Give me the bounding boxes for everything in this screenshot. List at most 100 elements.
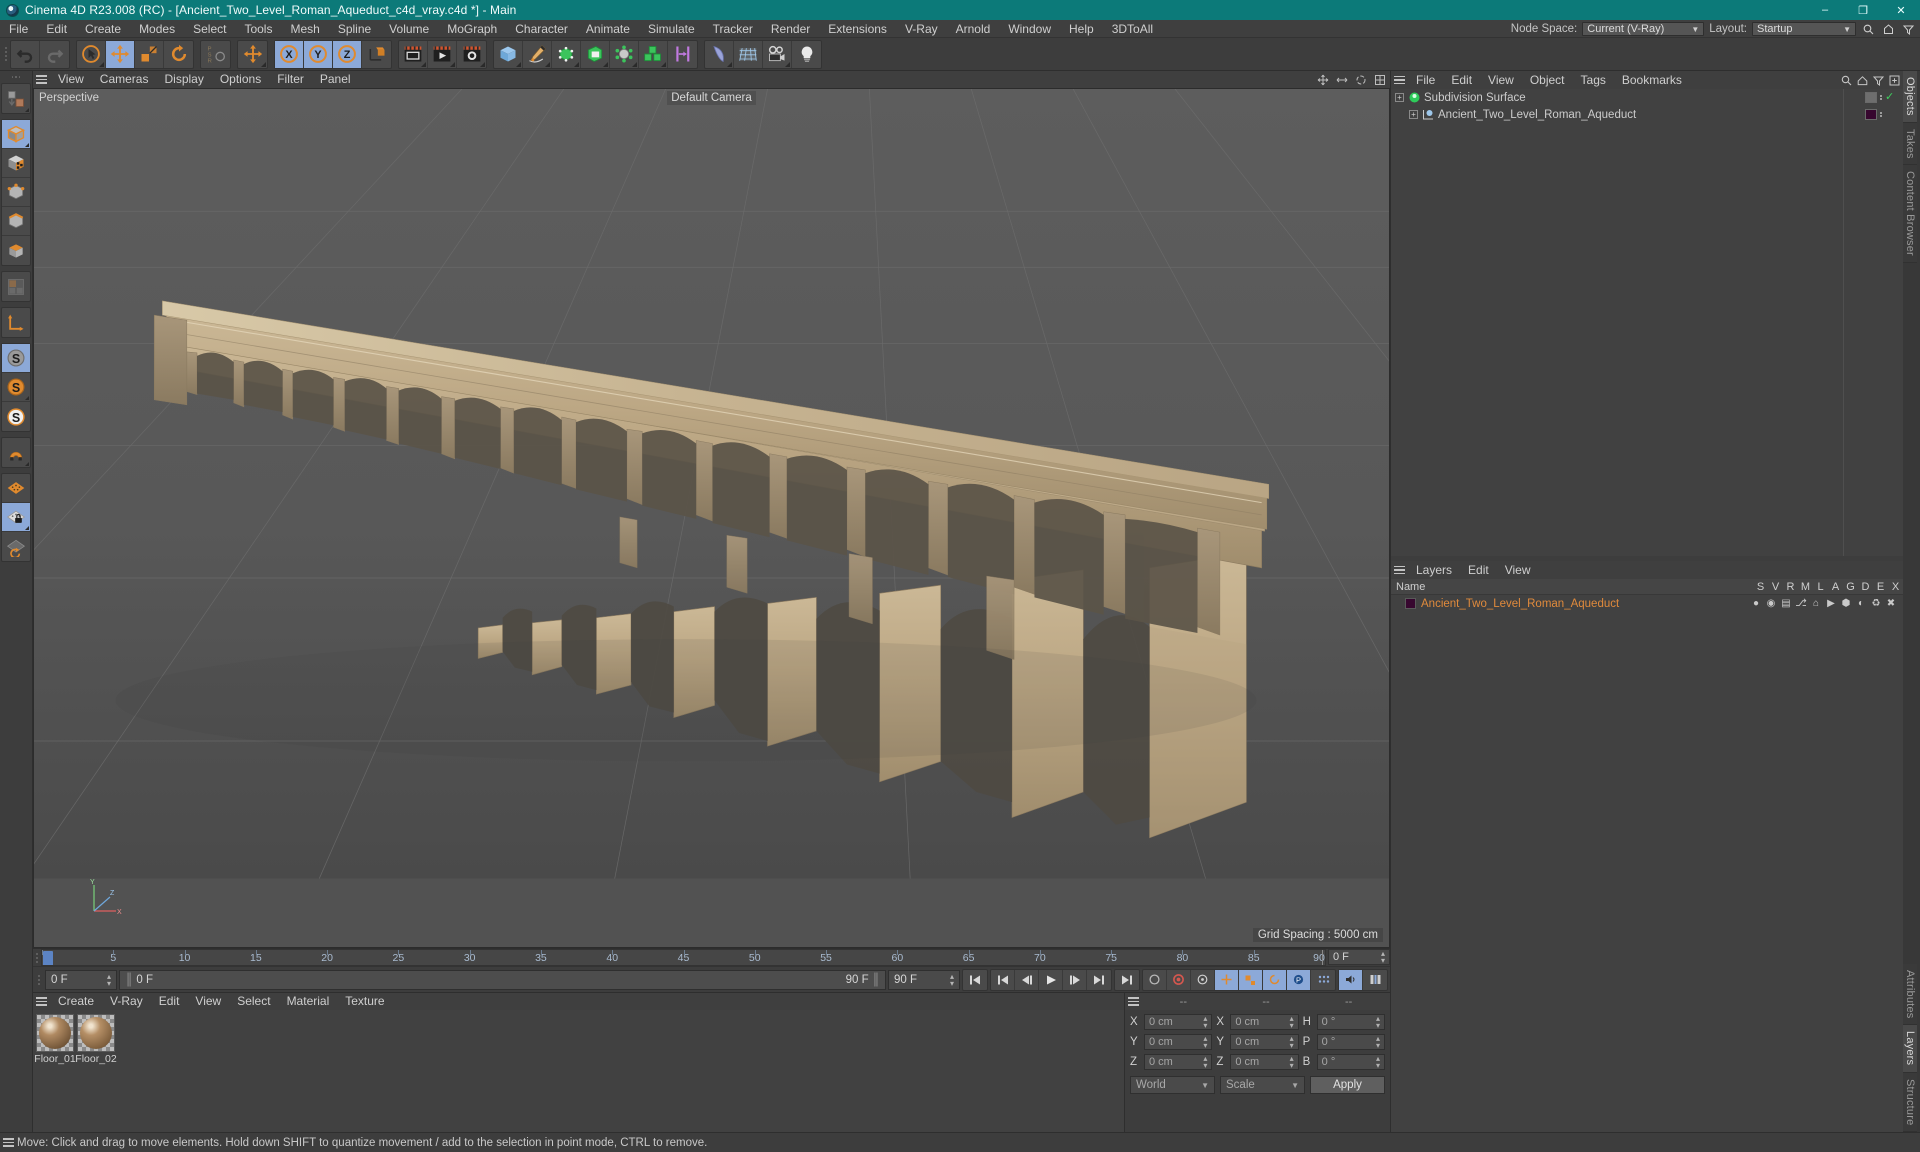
rotation-p-field[interactable]: 0 ° ▴ ▾ bbox=[1316, 1034, 1385, 1050]
toolbar-grip[interactable] bbox=[2, 41, 10, 67]
material-hamburger-icon[interactable] bbox=[33, 993, 50, 1010]
polygons-mode-icon[interactable] bbox=[2, 236, 30, 265]
coordinate-system-select[interactable]: World ▼ bbox=[1130, 1076, 1215, 1094]
search-icon[interactable] bbox=[1841, 75, 1852, 86]
zoom-view-icon[interactable] bbox=[1336, 74, 1348, 86]
cube-primitive-icon[interactable] bbox=[494, 40, 523, 68]
apply-button[interactable]: Apply bbox=[1310, 1076, 1385, 1094]
viewport-menu-filter[interactable]: Filter bbox=[269, 71, 312, 88]
render-settings-icon[interactable] bbox=[457, 41, 486, 68]
notification-icon[interactable] bbox=[1881, 22, 1896, 37]
viewport-menu-panel[interactable]: Panel bbox=[312, 71, 359, 88]
psr-icon[interactable]: PSR bbox=[201, 41, 230, 68]
deformer-bend-icon[interactable] bbox=[705, 40, 734, 68]
object-tag-icon[interactable] bbox=[1865, 92, 1877, 103]
layer-animation-icon[interactable]: ▶ bbox=[1825, 598, 1837, 609]
filter-icon[interactable] bbox=[1901, 22, 1916, 37]
layer-color-swatch[interactable] bbox=[1405, 598, 1416, 609]
rotation-h-field[interactable]: 0 ° ▴ ▾ bbox=[1316, 1014, 1385, 1030]
axis-z-icon[interactable]: Z bbox=[333, 40, 362, 68]
snap-off-icon[interactable]: S bbox=[2, 344, 30, 373]
menu-item-file[interactable]: File bbox=[0, 20, 37, 38]
pan-view-icon[interactable] bbox=[1317, 74, 1329, 86]
object-menu-edit[interactable]: Edit bbox=[1443, 71, 1480, 89]
left-toolbar-grip[interactable] bbox=[12, 73, 20, 81]
menu-item-3dtoall[interactable]: 3DToAll bbox=[1103, 20, 1162, 38]
go-to-next-key-button[interactable] bbox=[1087, 970, 1111, 990]
object-visibility-dots[interactable] bbox=[1880, 111, 1882, 118]
spinner-icon[interactable]: ▴ ▾ bbox=[1381, 950, 1385, 965]
go-to-previous-key-button[interactable] bbox=[991, 969, 1015, 990]
sound-icon[interactable] bbox=[1339, 969, 1363, 990]
menu-item-window[interactable]: Window bbox=[999, 20, 1060, 38]
vertical-tab-content-browser[interactable]: Content Browser bbox=[1903, 165, 1917, 264]
timeline-playhead[interactable] bbox=[43, 951, 53, 965]
vertical-tab-takes[interactable]: Takes bbox=[1903, 122, 1917, 166]
menu-item-help[interactable]: Help bbox=[1060, 20, 1103, 38]
spline-pen-icon[interactable] bbox=[523, 40, 552, 68]
step-back-button[interactable] bbox=[1015, 969, 1039, 990]
record-button[interactable] bbox=[1167, 969, 1191, 990]
spinner-icon[interactable]: ▴ ▾ bbox=[1286, 1035, 1294, 1050]
layout-select[interactable]: Startup ▼ bbox=[1752, 22, 1856, 36]
spinner-icon[interactable]: ▴ ▾ bbox=[1286, 1055, 1294, 1070]
rotation-key-button[interactable] bbox=[1263, 969, 1287, 990]
layer-render-icon[interactable]: ▤ bbox=[1780, 598, 1792, 609]
floor-grid-icon[interactable] bbox=[734, 40, 763, 68]
layer-manager-icon[interactable]: ⎇ bbox=[1795, 598, 1807, 609]
autokey-button[interactable] bbox=[1143, 969, 1167, 990]
object-tag-icon[interactable] bbox=[1865, 109, 1877, 120]
maximize-button[interactable]: ❐ bbox=[1844, 0, 1882, 20]
viewport-3d[interactable]: Perspective Default Camera Grid Spacing … bbox=[33, 88, 1390, 948]
object-menu-object[interactable]: Object bbox=[1522, 71, 1573, 89]
axis-mode-icon[interactable] bbox=[2, 308, 30, 337]
object-enabled-check-icon[interactable]: ✓ bbox=[1885, 92, 1894, 103]
viewport-menu-display[interactable]: Display bbox=[156, 71, 211, 88]
size-z-field[interactable]: 0 cm ▴ ▾ bbox=[1230, 1054, 1299, 1070]
material-item[interactable]: Floor_02 bbox=[75, 1014, 117, 1065]
world-move-icon[interactable] bbox=[238, 41, 267, 68]
edges-mode-icon[interactable] bbox=[2, 207, 30, 236]
vertical-tab-structure[interactable]: Structure bbox=[1903, 1072, 1917, 1132]
generator-icon[interactable] bbox=[552, 40, 581, 68]
material-menu-edit[interactable]: Edit bbox=[151, 993, 188, 1010]
timeline-current-frame-field[interactable]: 0 F ▴ ▾ bbox=[1328, 949, 1390, 965]
camera-icon[interactable] bbox=[763, 40, 792, 68]
expand-toggle-icon[interactable]: + bbox=[1409, 110, 1418, 119]
menu-item-modes[interactable]: Modes bbox=[130, 20, 184, 38]
timeline-grip[interactable] bbox=[33, 949, 41, 967]
material-menu-select[interactable]: Select bbox=[229, 993, 278, 1010]
axis-x-icon[interactable]: X bbox=[275, 40, 304, 68]
magnet-icon[interactable] bbox=[2, 438, 30, 467]
scale-key-button[interactable] bbox=[1239, 969, 1263, 990]
frame-start-field[interactable]: 0 F ▴ ▾ bbox=[45, 969, 117, 990]
layer-menu-layers[interactable]: Layers bbox=[1408, 561, 1460, 579]
uv-mode-icon[interactable] bbox=[2, 272, 30, 301]
spinner-icon[interactable]: ▴ ▾ bbox=[1372, 1035, 1380, 1050]
menu-item-animate[interactable]: Animate bbox=[577, 20, 639, 38]
array-icon[interactable] bbox=[668, 41, 697, 68]
position-key-button[interactable] bbox=[1215, 969, 1239, 990]
add-panel-icon[interactable] bbox=[1889, 75, 1900, 86]
vertical-tab-attributes[interactable]: Attributes bbox=[1903, 963, 1917, 1026]
rotation-b-field[interactable]: 0 ° ▴ ▾ bbox=[1316, 1054, 1385, 1070]
spinner-icon[interactable]: ▴ ▾ bbox=[944, 972, 954, 987]
scale-tool-icon[interactable] bbox=[135, 40, 164, 68]
object-menu-tags[interactable]: Tags bbox=[1573, 71, 1614, 89]
go-to-end-button[interactable] bbox=[1115, 970, 1139, 990]
search-icon[interactable] bbox=[1861, 22, 1876, 37]
menu-item-tools[interactable]: Tools bbox=[235, 20, 281, 38]
timeline-settings-icon[interactable] bbox=[1363, 970, 1387, 990]
position-y-field[interactable]: 0 cm ▴ ▾ bbox=[1144, 1034, 1213, 1050]
frame-end-field[interactable]: 90 F ▴ ▾ bbox=[888, 969, 960, 990]
size-x-field[interactable]: 0 cm ▴ ▾ bbox=[1230, 1014, 1299, 1030]
menu-item-spline[interactable]: Spline bbox=[329, 20, 380, 38]
object-visibility-dots[interactable] bbox=[1880, 94, 1882, 101]
vertical-tab-layers[interactable]: Layers bbox=[1903, 1025, 1917, 1073]
menu-item-v-ray[interactable]: V-Ray bbox=[896, 20, 947, 38]
object-axis-icon[interactable] bbox=[362, 41, 391, 68]
menu-item-volume[interactable]: Volume bbox=[380, 20, 438, 38]
go-to-start-button[interactable] bbox=[963, 970, 987, 990]
menu-item-mograph[interactable]: MoGraph bbox=[438, 20, 506, 38]
polygon-object-icon[interactable] bbox=[1422, 108, 1435, 121]
